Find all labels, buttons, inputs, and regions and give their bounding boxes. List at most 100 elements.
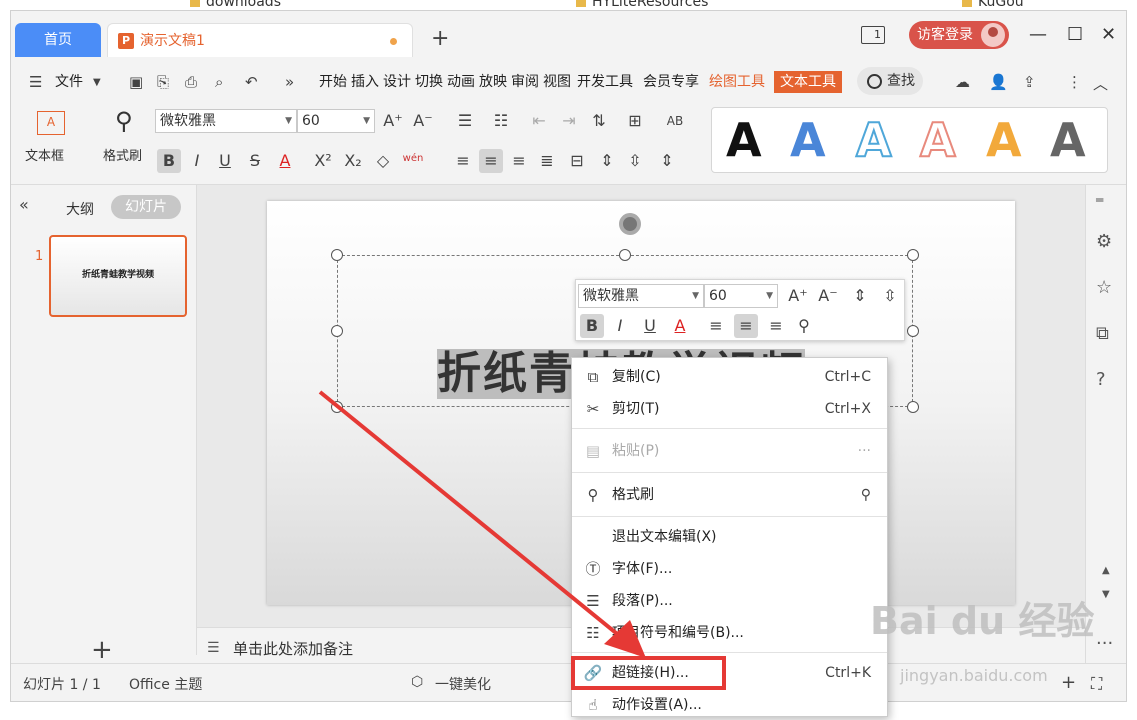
- menu-item-paragraph[interactable]: ☰ 段落(P)...: [572, 586, 887, 616]
- align-text-icon[interactable]: ⊞: [623, 109, 647, 133]
- rotate-handle-icon[interactable]: [619, 213, 641, 235]
- text-style-blue[interactable]: A: [790, 114, 826, 166]
- tab-developer[interactable]: 开发工具: [577, 71, 633, 93]
- beautify-button[interactable]: 一键美化: [435, 674, 491, 694]
- subscript-icon[interactable]: X₂: [341, 149, 365, 173]
- fit-window-icon[interactable]: ⛶: [1091, 674, 1102, 694]
- print-icon[interactable]: ⎙: [185, 73, 197, 91]
- numbered-list-icon[interactable]: ☷: [489, 109, 513, 133]
- clear-format-icon[interactable]: ◇: [371, 149, 395, 173]
- resize-handle[interactable]: [907, 401, 919, 413]
- align-right-icon[interactable]: ≡: [507, 149, 531, 173]
- font-family-select[interactable]: 微软雅黑 ▼: [155, 109, 297, 133]
- menu-item-font[interactable]: Ⓣ 字体(F)...: [572, 554, 887, 584]
- undo-icon[interactable]: ↶: [245, 73, 258, 91]
- decrease-font-icon[interactable]: A⁻: [411, 109, 435, 133]
- resize-handle[interactable]: [331, 401, 343, 413]
- strikethrough-icon[interactable]: S: [243, 149, 267, 173]
- more-icon[interactable]: »: [285, 73, 294, 91]
- tab-drawing-tools[interactable]: 绘图工具: [709, 71, 765, 93]
- pinyin-icon[interactable]: wén: [401, 147, 425, 171]
- add-user-icon[interactable]: 👤: [989, 73, 1008, 91]
- window-layout-button[interactable]: 1: [861, 26, 885, 44]
- mini-font-size-select[interactable]: 60 ▼: [704, 284, 778, 308]
- format-painter-icon[interactable]: ⚲: [792, 314, 816, 338]
- menu-item-action[interactable]: ☝ 动作设置(A)...: [572, 690, 887, 720]
- menu-item-exit-edit[interactable]: 退出文本编辑(X): [572, 522, 887, 552]
- underline-icon[interactable]: U: [638, 314, 662, 338]
- columns-icon[interactable]: AB: [663, 109, 687, 133]
- align-center-icon[interactable]: ≡: [479, 149, 503, 173]
- tab-member[interactable]: 会员专享: [643, 71, 699, 93]
- font-size-select[interactable]: 60 ▼: [297, 109, 375, 133]
- export-icon[interactable]: ⎘: [157, 73, 169, 91]
- cloud-icon[interactable]: ☁: [955, 73, 970, 91]
- tab-slideshow[interactable]: 放映: [479, 71, 507, 93]
- distribute-icon[interactable]: ⊟: [565, 149, 589, 173]
- format-painter-icon[interactable]: ⚲: [115, 107, 133, 135]
- tab-outline[interactable]: 大纲: [66, 199, 94, 219]
- scroll-up-icon[interactable]: ▲: [1102, 565, 1110, 576]
- bullet-list-icon[interactable]: ☰: [453, 109, 477, 133]
- line-spacing-icon[interactable]: ⇕: [848, 284, 872, 308]
- scroll-down-icon[interactable]: ▼: [1102, 589, 1110, 600]
- chevron-down-icon[interactable]: ▼: [93, 77, 101, 88]
- notes-placeholder[interactable]: 单击此处添加备注: [233, 638, 353, 659]
- tab-transition[interactable]: 切换: [415, 71, 443, 93]
- tab-slides[interactable]: 幻灯片: [111, 195, 181, 219]
- bold-icon[interactable]: B: [157, 149, 181, 173]
- beautify-icon[interactable]: ⬡: [411, 674, 423, 690]
- maximize-icon[interactable]: ☐: [1067, 25, 1083, 45]
- decrease-font-icon[interactable]: A⁻: [816, 284, 840, 308]
- align-left-icon[interactable]: ≡: [704, 314, 728, 338]
- font-color-icon[interactable]: A: [273, 149, 297, 173]
- more-vertical-icon[interactable]: ⋮: [1067, 73, 1082, 91]
- text-style-orange[interactable]: A: [986, 114, 1022, 166]
- drag-handle-icon[interactable]: ═: [1096, 193, 1103, 207]
- tab-review[interactable]: 审阅: [511, 71, 539, 93]
- desktop-folder[interactable]: KuGou: [962, 0, 1024, 10]
- resize-handle[interactable]: [331, 325, 343, 337]
- search-button[interactable]: 查找: [857, 67, 923, 95]
- tab-home[interactable]: 首页: [15, 23, 101, 57]
- star-icon[interactable]: ☆: [1096, 277, 1112, 298]
- italic-icon[interactable]: I: [185, 149, 209, 173]
- desktop-folder[interactable]: downloads: [190, 0, 281, 10]
- italic-icon[interactable]: I: [608, 314, 632, 338]
- align-center-icon[interactable]: ≡: [734, 314, 758, 338]
- mini-font-family-select[interactable]: 微软雅黑 ▼: [578, 284, 704, 308]
- slide-thumbnail[interactable]: 折纸青蛙教学视频: [49, 235, 187, 317]
- menu-item-bullets[interactable]: ☷ 项目符号和编号(B)...: [572, 618, 887, 648]
- zoom-in-icon[interactable]: +: [1061, 672, 1076, 693]
- menu-item-copy[interactable]: ⧉ 复制(C) Ctrl+C: [572, 362, 887, 392]
- font-color-icon[interactable]: A: [668, 314, 692, 338]
- tab-animation[interactable]: 动画: [447, 71, 475, 93]
- bold-icon[interactable]: B: [580, 314, 604, 338]
- increase-indent-icon[interactable]: ⇥: [557, 109, 581, 133]
- desktop-folder[interactable]: HYLiteResources: [576, 0, 708, 10]
- text-style-black[interactable]: A: [726, 114, 762, 166]
- resize-handle[interactable]: [331, 249, 343, 261]
- collapse-ribbon-icon[interactable]: ︿: [1093, 73, 1108, 94]
- format-painter-button[interactable]: 格式刷: [103, 145, 142, 164]
- properties-icon[interactable]: ⚙: [1096, 231, 1112, 252]
- minimize-icon[interactable]: —: [1029, 25, 1047, 45]
- tab-design[interactable]: 设计: [383, 71, 411, 93]
- new-tab-button[interactable]: +: [431, 27, 449, 51]
- superscript-icon[interactable]: X²: [311, 149, 335, 173]
- print-preview-icon[interactable]: ⌕: [215, 73, 223, 91]
- decrease-indent-icon[interactable]: ⇤: [527, 109, 551, 133]
- resize-handle[interactable]: [907, 325, 919, 337]
- more-horizontal-icon[interactable]: ···: [1096, 633, 1113, 654]
- text-style-outline-red[interactable]: A: [919, 113, 957, 167]
- menu-item-cut[interactable]: ✂ 剪切(T) Ctrl+X: [572, 394, 887, 424]
- collapse-pane-icon[interactable]: «: [19, 195, 29, 214]
- hamburger-menu-icon[interactable]: ☰: [29, 73, 42, 91]
- close-icon[interactable]: ✕: [1101, 25, 1116, 45]
- add-slide-button[interactable]: +: [91, 635, 113, 665]
- spacing-options-icon[interactable]: ⇕: [655, 149, 679, 173]
- menu-item-format-painter[interactable]: ⚲ 格式刷 ⚲: [572, 480, 887, 510]
- transition-icon[interactable]: ⧉: [1096, 323, 1109, 344]
- text-style-outline-blue[interactable]: A: [855, 113, 893, 167]
- more-icon[interactable]: ···: [858, 436, 871, 466]
